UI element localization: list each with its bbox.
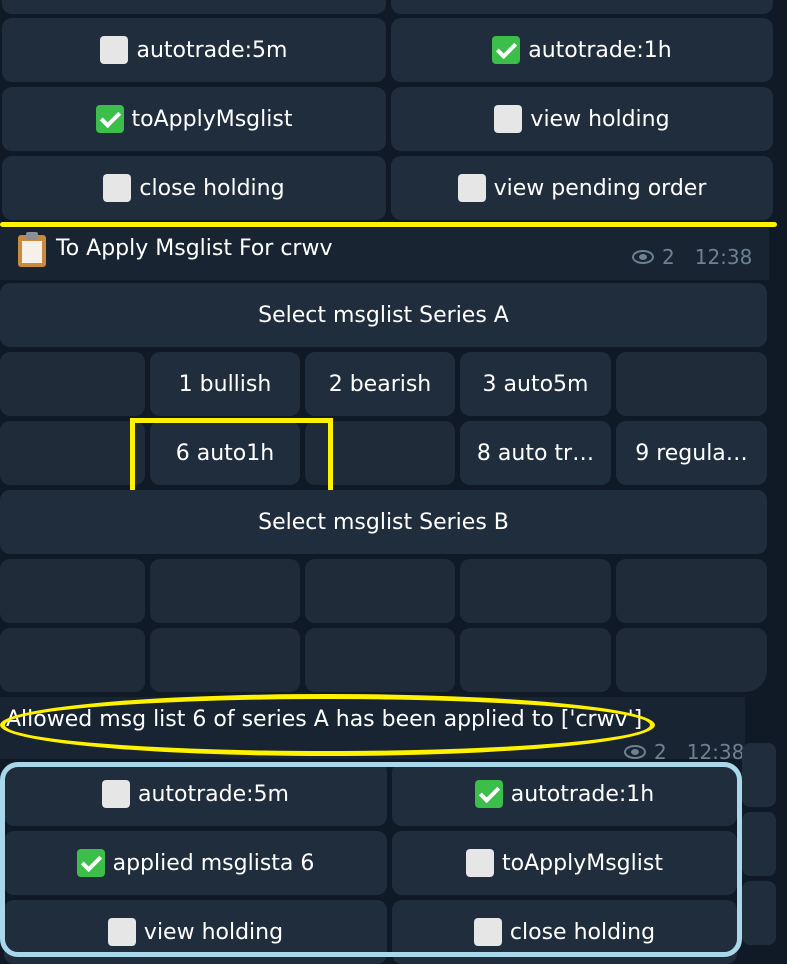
msglist-slot-button[interactable]	[0, 559, 145, 623]
msglist-8-button[interactable]: 8 auto tr…	[460, 421, 611, 485]
msglist-slot-button[interactable]	[305, 628, 455, 692]
view-count: 2	[654, 740, 667, 764]
checkmark-icon	[95, 105, 124, 133]
message-meta: 2 12:38	[632, 245, 752, 269]
msglist-3-auto5m-button[interactable]: 3 auto5m	[460, 352, 611, 416]
keyboard-button-partial	[742, 812, 776, 876]
checkmark-icon	[492, 36, 521, 64]
button-label: Select msglist Series A	[258, 302, 509, 328]
select-series-a-button[interactable]: Select msglist Series A	[0, 283, 767, 347]
msglist-slot-button[interactable]	[305, 559, 455, 623]
autotrade-5m-button[interactable]: autotrade:5m	[2, 18, 386, 82]
button-label: close holding	[139, 175, 285, 201]
msglist-slot-button[interactable]	[616, 628, 767, 692]
button-label: view holding	[530, 106, 670, 132]
view-count: 2	[662, 245, 675, 269]
checkbox-unchecked-icon	[494, 105, 523, 133]
msglist-slot-button[interactable]	[616, 559, 767, 623]
select-series-b-button[interactable]: Select msglist Series B	[0, 490, 767, 554]
highlight-underline	[0, 222, 777, 227]
button-label: autotrade:5m	[136, 37, 288, 63]
button-label: view pending order	[493, 175, 707, 201]
close-holding-button[interactable]: close holding	[2, 156, 386, 220]
eye-icon	[624, 745, 646, 759]
keyboard-button-partial	[742, 743, 776, 807]
button-label: autotrade:1h	[528, 37, 672, 63]
checkbox-unchecked-icon	[103, 174, 132, 202]
highlight-box-blue	[0, 762, 742, 957]
message-time: 12:38	[694, 245, 753, 269]
msglist-slot-button[interactable]	[0, 421, 145, 485]
autotrade-1h-button[interactable]: autotrade:1h	[391, 18, 773, 82]
checkbox-unchecked-icon	[100, 36, 129, 64]
msglist-2-bearish-button[interactable]: 2 bearish	[305, 352, 455, 416]
eye-icon	[632, 250, 654, 264]
highlight-ellipse	[0, 694, 655, 756]
button-label: 3 auto5m	[482, 371, 589, 397]
message-text: To Apply Msglist For crwv	[56, 236, 333, 261]
msglist-9-button[interactable]: 9 regula…	[616, 421, 767, 485]
view-pending-order-button[interactable]: view pending order	[391, 156, 773, 220]
to-apply-msglist-button[interactable]: toApplyMsglist	[2, 87, 386, 151]
view-holding-button[interactable]: view holding	[391, 87, 773, 151]
keyboard-button-partial	[742, 881, 776, 945]
button-label: 8 auto tr…	[476, 440, 595, 466]
msglist-slot-button[interactable]	[150, 559, 300, 623]
msglist-slot-button[interactable]	[616, 352, 767, 416]
keyboard-button-partial[interactable]	[391, 0, 773, 14]
message-time: 12:38	[686, 740, 745, 764]
msglist-1-bullish-button[interactable]: 1 bullish	[150, 352, 300, 416]
checkbox-unchecked-icon	[457, 174, 486, 202]
msglist-slot-button[interactable]	[0, 628, 145, 692]
keyboard-button-partial[interactable]	[2, 0, 386, 14]
message-meta: 2 12:38	[624, 740, 744, 764]
button-label: toApplyMsglist	[131, 106, 293, 132]
button-label: Select msglist Series B	[258, 509, 509, 535]
button-label: 2 bearish	[328, 371, 432, 397]
msglist-slot-button[interactable]	[460, 559, 611, 623]
msglist-slot-button[interactable]	[460, 628, 611, 692]
msglist-slot-button[interactable]	[150, 628, 300, 692]
button-label: 9 regula…	[635, 440, 748, 466]
clipboard-icon	[18, 232, 46, 267]
highlight-box	[130, 418, 333, 495]
button-label: 1 bullish	[178, 371, 272, 397]
msglist-slot-button[interactable]	[0, 352, 145, 416]
